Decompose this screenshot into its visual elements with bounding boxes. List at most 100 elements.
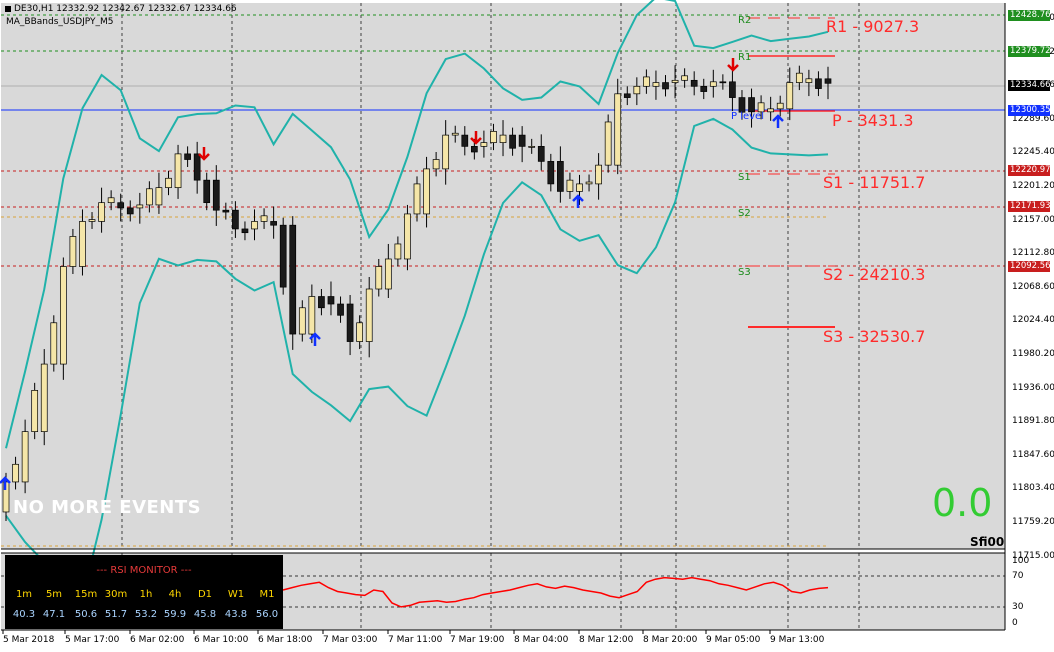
s1-label: S1 - 11751.7 [823, 173, 926, 192]
price-axis-label: 12112.80 [1012, 248, 1054, 258]
s2-tag: S2 [738, 208, 751, 219]
price-axis-label: 12024.40 [1012, 315, 1054, 325]
s1-tag: S1 [738, 172, 751, 183]
candle-body [537, 146, 545, 162]
candle-body [365, 288, 373, 342]
price-axis-label: 11759.20 [1012, 517, 1054, 527]
candle-body [394, 243, 402, 260]
time-axis-label: 5 Mar 2018 [3, 635, 55, 645]
rsi-monitor-title: --- RSI MONITOR --- [96, 565, 192, 576]
price-level-box: 12334.66 [1008, 80, 1051, 91]
rsi-value: 53.2 [134, 609, 158, 620]
rsi-axis-label: 30 [1012, 602, 1024, 612]
price-axis-label: 12157.00 [1012, 215, 1054, 225]
rsi-value: 56.0 [255, 609, 279, 620]
candle-body [805, 78, 813, 83]
candle-body [748, 97, 755, 113]
candle-body [518, 134, 526, 147]
candle-body [614, 93, 622, 166]
candle-body [346, 303, 354, 342]
candle-body [184, 153, 191, 160]
candle-body [59, 266, 67, 365]
rsi-value: 45.8 [193, 609, 217, 620]
candle [50, 315, 58, 372]
candle-body [480, 142, 488, 147]
price-axis-label: 11847.60 [1012, 450, 1054, 460]
candle-body [79, 221, 86, 267]
candle-body [155, 187, 163, 206]
candle-body [270, 221, 277, 226]
candle [31, 382, 39, 440]
candle-body [279, 224, 287, 288]
candle-body [671, 79, 679, 83]
candle-body [461, 134, 469, 147]
candle-body [709, 81, 717, 87]
time-axis-label: 8 Mar 04:00 [514, 635, 569, 645]
rsi-timeframe-label: 15m [74, 589, 98, 600]
time-axis-label: 6 Mar 10:00 [194, 635, 249, 645]
time-axis-label: 7 Mar 11:00 [388, 635, 443, 645]
time-axis-label: 9 Mar 13:00 [770, 635, 825, 645]
candle-body [786, 82, 794, 110]
candle-body [40, 363, 48, 432]
candle-body [318, 296, 325, 309]
rsi-axis-label: 100 [1012, 556, 1030, 566]
candle-body [356, 322, 364, 342]
candle-body [241, 228, 249, 234]
no-more-events-text: NO MORE EVENTS [13, 497, 202, 518]
time-axis-label: 6 Mar 18:00 [258, 635, 313, 645]
candle-body [442, 134, 450, 170]
price-level-box: 12171.93 [1008, 201, 1051, 212]
price-level-box: 12428.76 [1008, 10, 1051, 21]
price-axis-label: 12068.60 [1012, 282, 1054, 292]
pivot-label: P - 3431.3 [832, 111, 914, 130]
candle-body [222, 209, 230, 213]
candle-body [31, 390, 39, 432]
time-axis-label: 6 Mar 02:00 [130, 635, 185, 645]
rsi-timeframe-label: 1h [139, 589, 153, 600]
candle-body [298, 307, 306, 335]
candle [59, 257, 67, 380]
candle-body [451, 132, 459, 136]
candle [604, 114, 612, 173]
r2-tag: R2 [738, 15, 752, 26]
r1-tag: R1 [738, 52, 752, 63]
s2-label: S2 - 24210.3 [823, 265, 926, 284]
symbol-dropdown-icon[interactable] [5, 6, 11, 12]
rsi-timeframe-label: W1 [227, 589, 245, 600]
s3-tag: S3 [738, 267, 751, 278]
rsi-value: 51.7 [104, 609, 128, 620]
price-level-box: 12092.56 [1008, 261, 1051, 272]
candle-body [623, 93, 631, 98]
candle-body [413, 183, 421, 215]
metatrader-chart-window: DE30,H1 12332.92 12342.67 12332.67 12334… [0, 0, 1054, 652]
rsi-timeframe-label: 5m [45, 589, 63, 600]
candle-body [566, 179, 574, 192]
candle-body [681, 75, 688, 81]
candle-body [21, 431, 29, 483]
candle-body [815, 78, 822, 89]
rsi-axis-label: 70 [1012, 571, 1024, 581]
candle-body [585, 181, 593, 185]
candle-body [193, 153, 201, 181]
candle [279, 217, 287, 295]
r1-label: R1 - 9027.3 [826, 17, 920, 36]
rsi-timeframe-label: 1m [15, 589, 33, 600]
candle-body [824, 78, 832, 84]
candle-body [232, 209, 239, 230]
price-level-box: 12379.72 [1008, 46, 1051, 57]
p-level-tag: P level [731, 111, 764, 122]
candle-body [509, 134, 516, 149]
candle-body [633, 85, 641, 95]
candle-body [251, 221, 258, 230]
candle-body [423, 168, 430, 215]
rsi-monitor-panel: --- RSI MONITOR --- 1m 40.3 5m 47.1 15m 50.6 3… [5, 555, 283, 629]
price-axis-label: 11936.00 [1012, 383, 1054, 393]
candle-body [557, 161, 564, 192]
candle-body [604, 121, 612, 166]
time-axis-label: 9 Mar 05:00 [706, 635, 761, 645]
rsi-timeframe-label: M1 [259, 589, 275, 600]
candle-body [767, 108, 775, 113]
candle-body [98, 202, 105, 222]
rsi-value: 43.8 [224, 609, 248, 620]
